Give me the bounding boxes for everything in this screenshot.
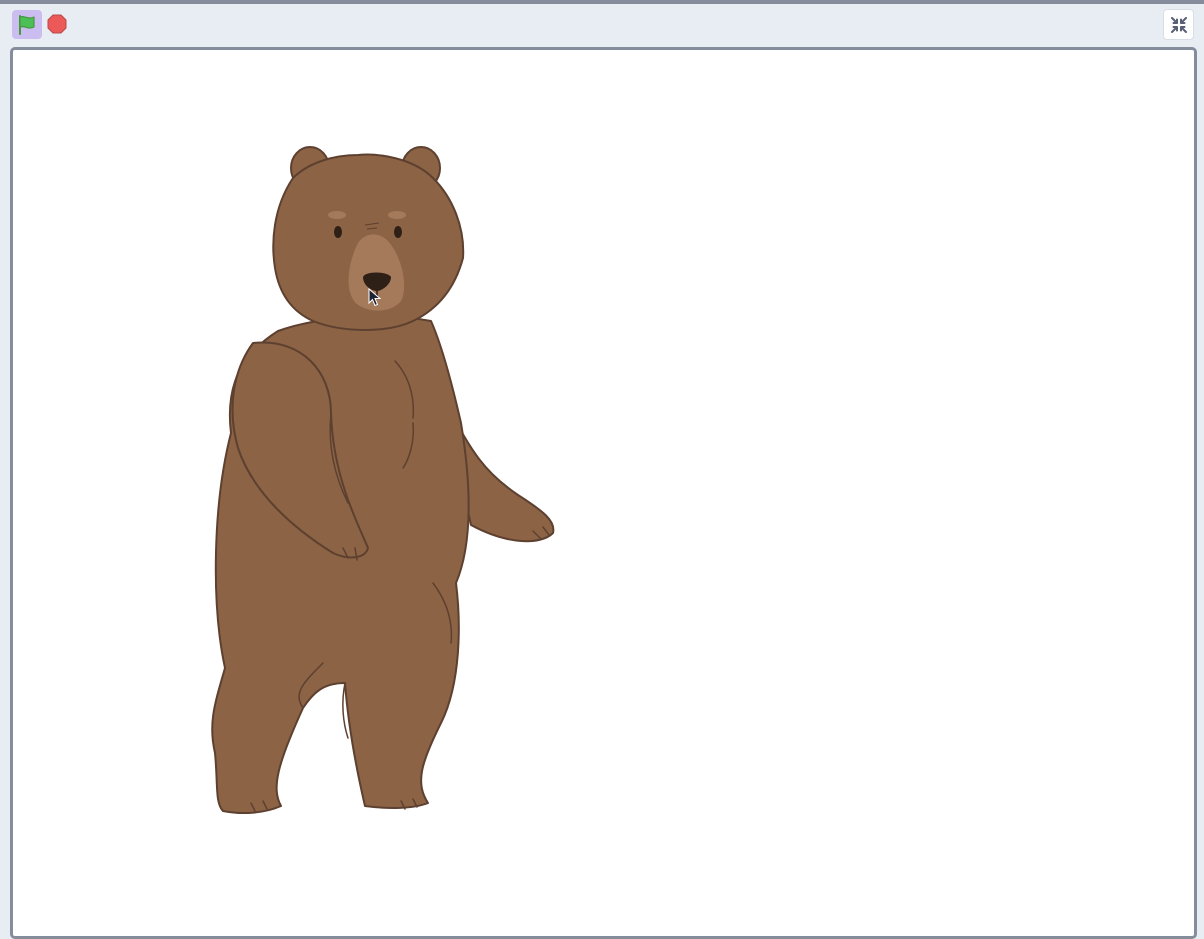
exit-fullscreen-button[interactable] [1163, 9, 1194, 40]
stop-button[interactable] [46, 12, 68, 36]
stage-controls-bar [0, 4, 1204, 46]
exit-fullscreen-icon [1170, 16, 1187, 33]
green-flag-button[interactable] [12, 10, 42, 39]
green-flag-icon [19, 14, 35, 35]
bear-sprite[interactable] [13, 50, 1194, 936]
stage-canvas[interactable] [10, 47, 1197, 939]
stop-sign-icon [47, 14, 67, 34]
mouse-cursor-icon [368, 288, 382, 307]
